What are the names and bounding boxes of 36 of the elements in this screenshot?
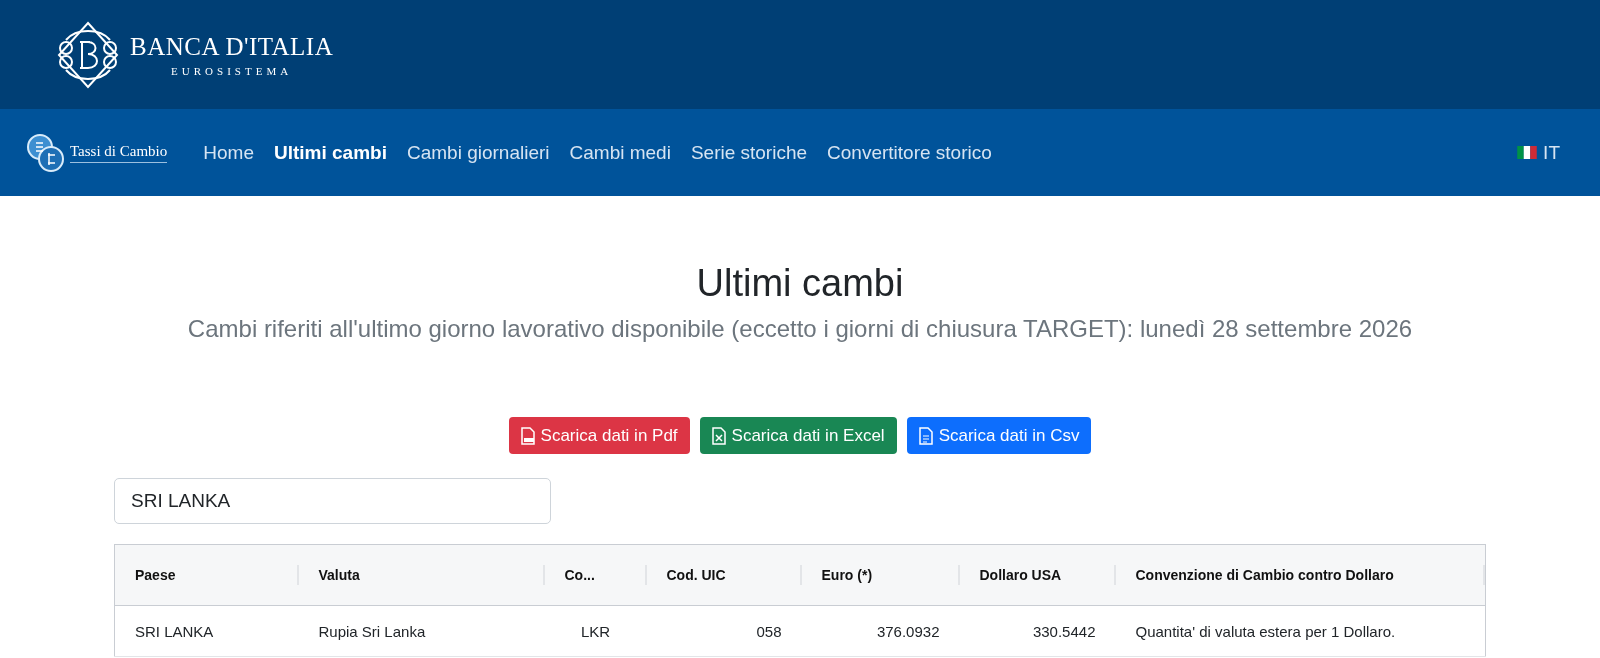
italy-flag-icon xyxy=(1517,146,1538,159)
language-selector[interactable]: IT xyxy=(1543,141,1560,164)
brand-tagline: EUROSISTEMA xyxy=(171,64,293,77)
table-cell: 376.0932 xyxy=(801,605,960,657)
pdf-file-icon xyxy=(520,426,535,445)
nav-link[interactable]: Home xyxy=(203,141,254,164)
column-header[interactable]: Dollaro USA xyxy=(959,544,1116,606)
column-header[interactable]: Cod. UIC xyxy=(646,544,802,606)
download-button[interactable]: Scarica dati in Csv xyxy=(906,417,1092,454)
excel-file-icon xyxy=(711,426,726,445)
brand-name: BANCA D'ITALIA xyxy=(130,32,334,61)
table-cell: Rupia Sri Lanka xyxy=(298,605,545,657)
table-cell: 330.5442 xyxy=(959,605,1116,657)
download-button[interactable]: Scarica dati in Pdf xyxy=(508,417,690,454)
nav-link[interactable]: Serie storiche xyxy=(690,141,808,164)
text-file-icon xyxy=(918,426,933,445)
table-cell: Quantita' di valuta estera per 1 Dollaro. xyxy=(1115,605,1486,657)
table-cell: LKR xyxy=(544,605,647,657)
nav-link[interactable]: Ultimi cambi xyxy=(273,141,387,164)
search-field[interactable]: SRI LANKA xyxy=(114,478,551,524)
nav-link[interactable]: Cambi giornalieri xyxy=(406,141,550,164)
column-header[interactable]: Euro (*) xyxy=(801,544,960,606)
emblem-logo xyxy=(56,19,120,90)
coins-icon xyxy=(26,132,66,173)
download-button[interactable]: Scarica dati in Excel xyxy=(699,417,897,454)
column-header[interactable]: Valuta xyxy=(298,544,545,606)
nav-link[interactable]: Cambi medi xyxy=(569,141,671,164)
nav-link[interactable]: Convertitore storico xyxy=(827,141,992,164)
page-title: Ultimi cambi xyxy=(695,262,905,305)
site-logo-text[interactable]: Tassi di Cambio xyxy=(70,142,168,163)
table-cell: SRI LANKA xyxy=(114,605,299,657)
column-header[interactable]: Paese xyxy=(114,544,299,606)
page-subtitle: Cambi riferiti all'ultimo giorno lavorativo disponibile (eccetto i giorni di chiusura TARGET): lunedì 28 settembre 2026 xyxy=(186,315,1414,343)
column-header[interactable]: Convenzione di Cambio contro Dollaro xyxy=(1115,544,1486,606)
table-cell: 058 xyxy=(646,605,802,657)
column-header[interactable]: Co... xyxy=(544,544,647,606)
